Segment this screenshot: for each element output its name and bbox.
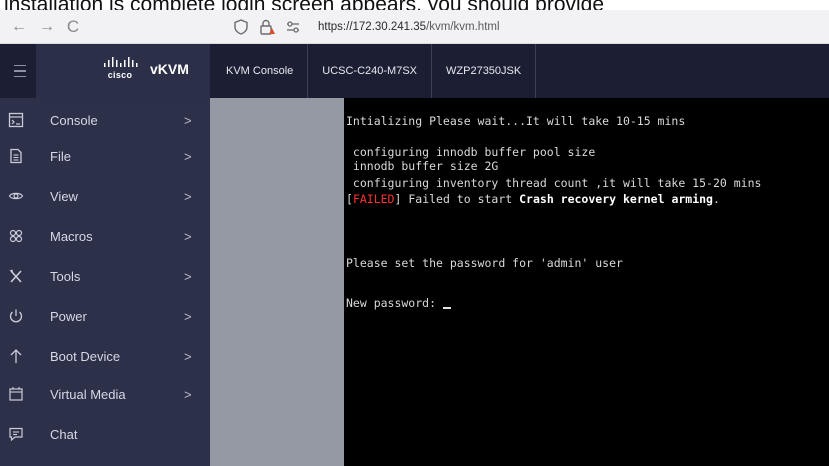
kvm-side-panel	[210, 98, 344, 466]
macros-icon	[4, 224, 28, 248]
error-text: Failed to start	[401, 192, 520, 206]
password-prompt: New password:	[346, 296, 451, 310]
sidebar-label: File	[50, 148, 71, 164]
console-error-line: [FAILED] Failed to start Crash recovery …	[346, 192, 720, 206]
sidebar: Console > File > View > Macros > Tools >…	[0, 98, 210, 466]
tab-server-model[interactable]: UCSC-C240-M7SX	[308, 44, 433, 98]
console-line: Intializing Please wait...It will take 1…	[346, 114, 686, 128]
forward-button[interactable]: →	[36, 16, 58, 38]
error-service-name: Crash recovery kernel arming	[519, 192, 713, 206]
virtual-media-icon	[4, 382, 28, 406]
chat-icon	[4, 422, 28, 446]
sidebar-label: Virtual Media	[50, 386, 126, 402]
sidebar-item-power[interactable]: Power >	[0, 296, 210, 336]
tab-kvm-console[interactable]: KVM Console	[210, 44, 309, 98]
sidebar-label: View	[50, 188, 78, 204]
console-line: configuring innodb buffer pool size	[346, 145, 596, 159]
sidebar-label: Tools	[50, 268, 81, 284]
sidebar-label: Macros	[50, 228, 93, 244]
header-tabs: KVM Console UCSC-C240-M7SX WZP27350JSK	[210, 44, 537, 98]
chevron-right-icon: >	[184, 268, 192, 284]
cisco-logo: cisco	[102, 57, 138, 85]
chevron-right-icon: >	[184, 112, 192, 128]
back-button[interactable]: ←	[8, 16, 30, 38]
console-line: configuring inventory thread count ,it w…	[346, 176, 762, 190]
text-cursor	[442, 307, 451, 309]
sidebar-item-console[interactable]: Console >	[0, 100, 210, 140]
error-end: .	[713, 192, 720, 206]
power-icon	[4, 304, 28, 328]
sidebar-item-macros[interactable]: Macros >	[0, 216, 210, 256]
console-line: Please set the password for 'admin' user	[346, 256, 623, 270]
url-bar[interactable]: https://172.30.241.35/kvm/kvm.html	[318, 21, 500, 33]
console-icon	[4, 108, 28, 132]
browser-toolbar: ← → C https://172.30.241.35/kvm/kvm.html	[0, 10, 829, 44]
sidebar-label: Chat	[50, 426, 78, 442]
console-line: innodb buffer size 2G	[346, 159, 499, 173]
failed-status: FAILED	[352, 192, 395, 206]
shield-icon[interactable]	[232, 18, 250, 36]
cisco-logo-text: cisco	[107, 70, 133, 80]
sidebar-item-tools[interactable]: Tools >	[0, 256, 210, 296]
reload-button[interactable]: C	[62, 16, 84, 38]
sidebar-label: Console	[50, 112, 98, 128]
chevron-right-icon: >	[184, 148, 192, 164]
sidebar-label: Power	[50, 308, 87, 324]
lock-warning-icon[interactable]	[258, 18, 276, 36]
chevron-right-icon: >	[184, 308, 192, 324]
hamburger-menu-icon[interactable]	[8, 44, 32, 98]
app-header: cisco vKVM KVM Console UCSC-C240-M7SX WZ…	[0, 44, 829, 98]
chevron-right-icon: >	[184, 386, 192, 402]
tab-serial-number[interactable]: WZP27350JSK	[432, 44, 537, 98]
tools-icon	[4, 264, 28, 288]
eye-icon	[4, 184, 28, 208]
app-name: vKVM	[150, 61, 189, 77]
sidebar-item-view[interactable]: View >	[0, 176, 210, 216]
arrow-up-icon	[4, 344, 28, 368]
url-icons	[232, 16, 302, 38]
kvm-console-screen[interactable]: Intializing Please wait...It will take 1…	[344, 98, 829, 466]
sidebar-item-chat[interactable]: Chat	[0, 414, 210, 454]
sidebar-item-file[interactable]: File >	[0, 136, 210, 176]
chevron-right-icon: >	[184, 348, 192, 364]
url-host: https://172.30.241.35	[318, 21, 427, 33]
chevron-right-icon: >	[184, 228, 192, 244]
permissions-icon[interactable]	[284, 18, 302, 36]
sidebar-item-virtual-media[interactable]: Virtual Media >	[0, 374, 210, 414]
chevron-right-icon: >	[184, 188, 192, 204]
sidebar-item-boot-device[interactable]: Boot Device >	[0, 336, 210, 376]
sidebar-label: Boot Device	[50, 348, 121, 364]
file-icon	[4, 144, 28, 168]
bracket-open: [	[346, 192, 353, 206]
brand-area: cisco vKVM	[36, 44, 210, 98]
url-path: /kvm/kvm.html	[426, 21, 500, 33]
password-prompt-text: New password:	[346, 296, 443, 310]
caption-text: installation is complete login screen ap…	[0, 0, 829, 10]
